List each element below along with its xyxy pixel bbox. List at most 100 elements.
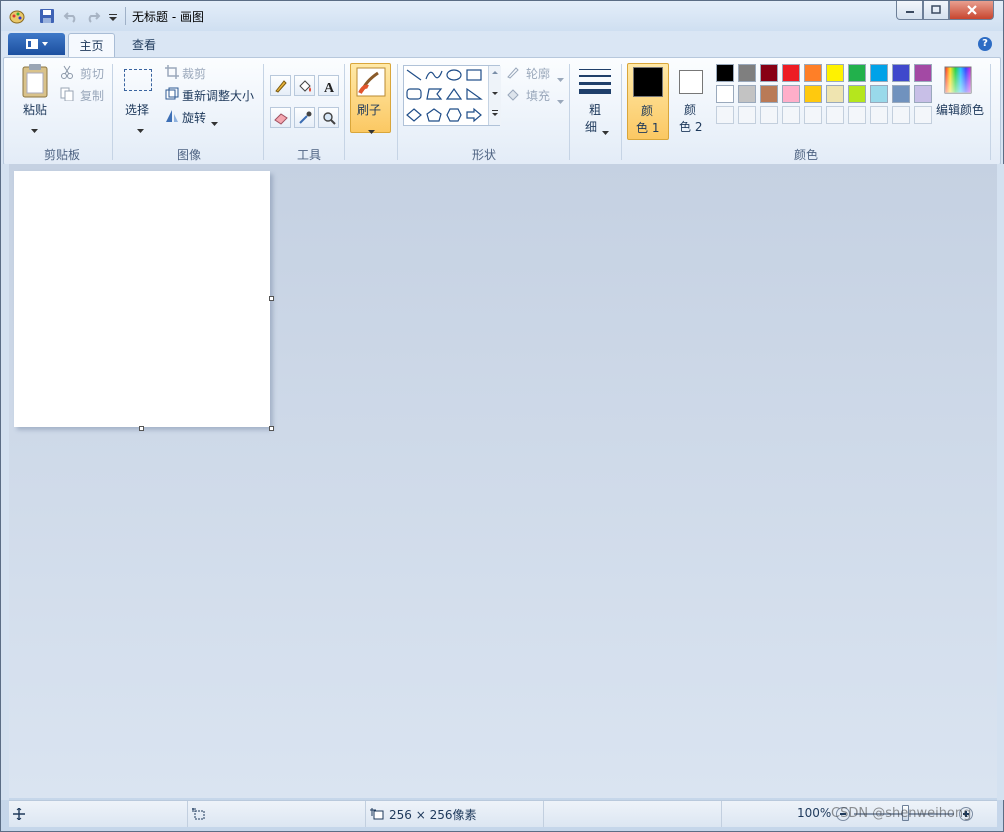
palette-custom-slot[interactable] (914, 106, 932, 124)
canvas[interactable] (14, 171, 270, 427)
palette-color-swatch[interactable] (738, 64, 756, 82)
resize-button[interactable]: 重新调整大小 (165, 87, 260, 104)
palette-custom-slot[interactable] (760, 106, 778, 124)
undo-icon[interactable] (63, 8, 79, 24)
outline-dropdown-icon (557, 71, 564, 85)
palette-color-swatch[interactable] (870, 85, 888, 103)
shapes-gallery-icons (406, 69, 483, 123)
copy-button[interactable]: 复制 (60, 87, 110, 104)
fill-label: 填充 (526, 89, 551, 103)
cursor-position-icon (13, 808, 25, 820)
palette-color-swatch[interactable] (892, 64, 910, 82)
group-separator (112, 64, 113, 160)
resize-handle-right[interactable] (269, 296, 274, 301)
clipboard-icon (22, 64, 48, 98)
paint-window: 无标题 - 画图 主页 查看 ? 粘贴 剪切 复制 剪贴板 选择 裁剪 重新调整… (0, 0, 1004, 832)
palette-custom-slot[interactable] (782, 106, 800, 124)
group-separator (397, 64, 398, 160)
magnifier-tool[interactable] (318, 107, 339, 128)
paste-dropdown-icon (31, 122, 38, 136)
group-separator (621, 64, 622, 160)
palette-color-swatch[interactable] (870, 64, 888, 82)
redo-icon[interactable] (85, 8, 101, 24)
palette-color-swatch[interactable] (892, 85, 910, 103)
color1-label-line2: 色 1 (636, 121, 660, 135)
title-bar: 无标题 - 画图 (1, 1, 1003, 31)
tools-group-label: 工具 (296, 148, 321, 162)
palette-color-swatch[interactable] (716, 85, 734, 103)
zoom-level: 100% (797, 806, 832, 820)
palette-color-swatch[interactable] (826, 64, 844, 82)
cut-button[interactable]: 剪切 (60, 65, 110, 82)
palette-color-swatch[interactable] (760, 64, 778, 82)
palette-color-swatch[interactable] (914, 64, 932, 82)
palette-color-swatch[interactable] (760, 85, 778, 103)
palette-color-swatch[interactable] (826, 85, 844, 103)
palette-color-swatch[interactable] (738, 85, 756, 103)
palette-color-swatch[interactable] (804, 85, 822, 103)
rotate-dropdown-icon (211, 115, 218, 129)
palette-color-swatch[interactable] (848, 85, 866, 103)
tab-view[interactable]: 查看 (123, 33, 165, 57)
outline-label: 轮廓 (526, 67, 551, 81)
rotate-button[interactable]: 旋转 (165, 109, 225, 126)
palette-custom-slot[interactable] (738, 106, 756, 124)
tab-home[interactable]: 主页 (68, 33, 115, 58)
paint-app-icon[interactable] (9, 8, 25, 24)
palette-custom-slot[interactable] (804, 106, 822, 124)
watermark-text: CSDN @shenweihong (831, 806, 972, 821)
pencil-tool[interactable] (270, 75, 291, 96)
text-a-icon: A (324, 81, 335, 93)
resize-handle-corner[interactable] (269, 426, 274, 431)
svg-text:A: A (324, 81, 335, 93)
fill-button[interactable]: 填充 (506, 87, 566, 104)
palette-color-swatch[interactable] (716, 64, 734, 82)
palette-color-swatch[interactable] (914, 85, 932, 103)
eraser-icon (273, 112, 288, 125)
crop-button[interactable]: 裁剪 (165, 65, 225, 82)
palette-color-swatch[interactable] (782, 85, 800, 103)
customize-toolbar-dropdown-icon[interactable] (107, 8, 119, 24)
help-icon[interactable]: ? (978, 37, 992, 51)
paste-button[interactable]: 粘贴 (14, 62, 54, 134)
select-button[interactable]: 选择 (118, 64, 158, 134)
shapes-scrollbar[interactable] (488, 66, 501, 125)
resize-icon (165, 87, 179, 100)
resize-label: 重新调整大小 (182, 89, 255, 103)
selection-size-icon (192, 808, 205, 820)
palette-custom-slot[interactable] (848, 106, 866, 124)
palette-custom-slot[interactable] (870, 106, 888, 124)
color2-button[interactable]: 颜 色 2 (671, 63, 711, 140)
palette-custom-slot[interactable] (892, 106, 910, 124)
fill-tool[interactable] (294, 75, 315, 96)
edit-colors-button[interactable]: 编辑颜色 (932, 63, 986, 123)
outline-button[interactable]: 轮廓 (506, 65, 566, 82)
palette-color-swatch[interactable] (804, 64, 822, 82)
palette-custom-slot[interactable] (716, 106, 734, 124)
shape-fill-icon (507, 89, 519, 101)
clipboard-group-label: 剪贴板 (43, 148, 80, 162)
text-tool[interactable]: A (318, 75, 339, 96)
palette-color-swatch[interactable] (782, 64, 800, 82)
color1-button[interactable]: 颜 色 1 (627, 63, 669, 140)
minimize-button[interactable] (896, 1, 923, 20)
brush-icon (356, 67, 386, 97)
save-icon[interactable] (39, 8, 55, 24)
size-button[interactable]: 粗 细 (576, 64, 616, 135)
paint-menu-button[interactable] (8, 33, 65, 55)
brushes-button[interactable]: 刷子 (350, 63, 391, 134)
eraser-tool[interactable] (270, 107, 291, 128)
close-button[interactable] (949, 1, 994, 20)
image-size-cell: 256 × 256像素 (365, 801, 544, 827)
maximize-button[interactable] (923, 1, 949, 20)
fill-dropdown-icon (557, 93, 564, 107)
shapes-group-label: 形状 (471, 148, 496, 162)
resize-handle-bottom[interactable] (139, 426, 144, 431)
palette-custom-slot[interactable] (826, 106, 844, 124)
color-picker-tool[interactable] (294, 107, 315, 128)
palette-color-swatch[interactable] (848, 64, 866, 82)
brushes-dropdown-icon (368, 123, 375, 137)
cut-label: 剪切 (80, 67, 105, 81)
outline-icon (507, 67, 519, 79)
rotate-icon (166, 110, 178, 122)
